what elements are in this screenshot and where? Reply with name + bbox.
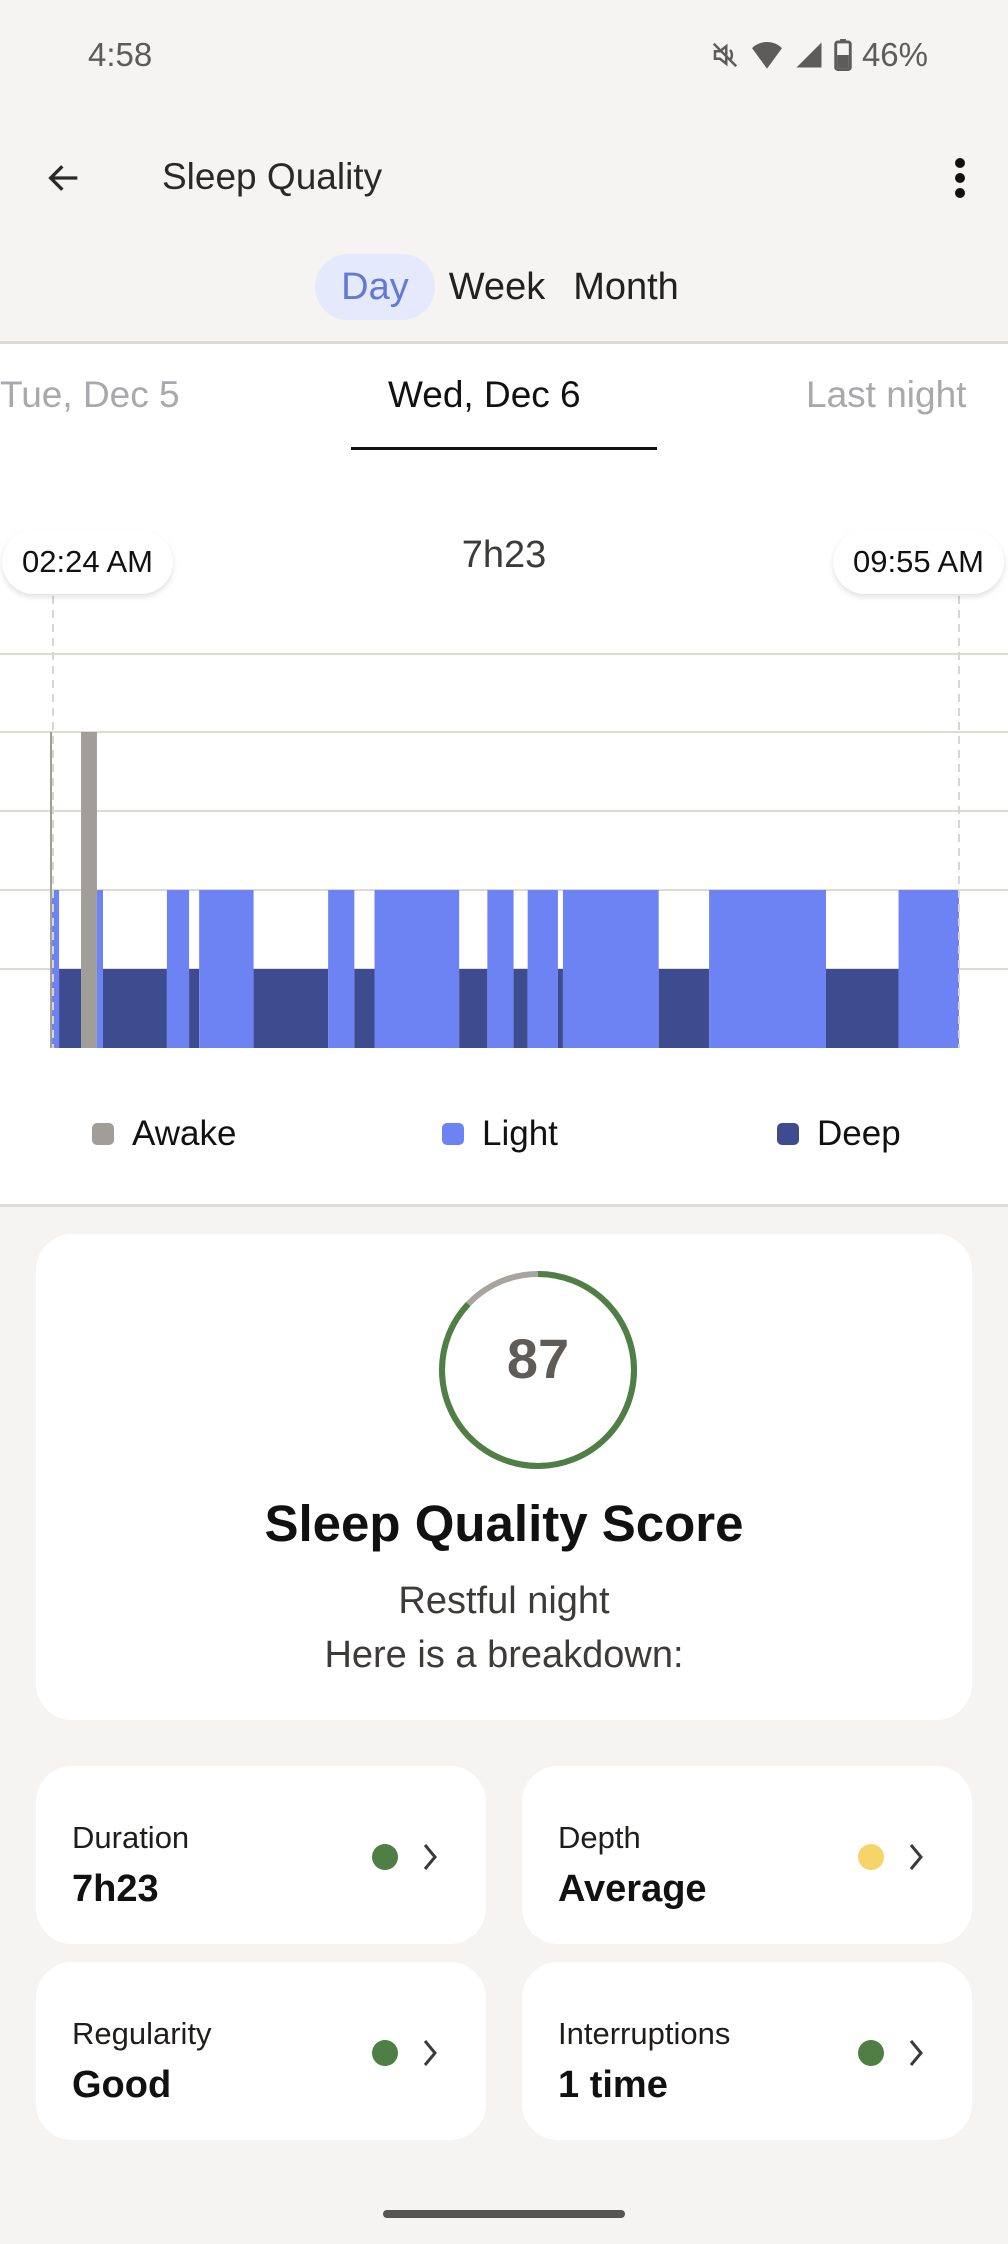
active-tab-indicator [351,447,657,450]
stage-segment-deep [103,969,167,1048]
stage-segment-light [562,890,659,1048]
legend-swatch-light [442,1123,464,1145]
chevron-right-icon [909,1844,923,1870]
status-dot-icon [372,2040,398,2066]
metric-value: Average [558,1868,707,1910]
metric-card-depth[interactable]: Depth Average [522,1766,972,1944]
chevron-right-icon [423,1844,437,1870]
legend-swatch-awake [92,1123,114,1145]
stage-segment-light [487,890,514,1048]
score-breakdown-intro: Here is a breakdown: [324,1634,684,1676]
date-tab-previous[interactable]: Tue, Dec 5 [0,374,180,416]
stage-segment-light [166,890,190,1048]
metric-card-regularity[interactable]: Regularity Good [36,1962,486,2140]
wifi-icon [750,40,784,70]
stage-segment-light [328,890,355,1048]
legend-item-light: Light [442,1114,558,1154]
score-value: 87 [506,1327,570,1390]
metric-value: 1 time [558,2064,668,2106]
date-tab-current[interactable]: Wed, Dec 6 [388,374,581,416]
stage-segment-light [199,890,254,1048]
more-options-button[interactable] [932,150,988,206]
back-button[interactable] [36,150,92,206]
status-dot-icon [858,1844,884,1870]
tab-week[interactable]: Week [435,254,559,320]
more-vert-icon [955,158,965,198]
metric-value: Good [72,2064,172,2106]
battery-icon [834,39,852,71]
range-selector: Day Week Month [0,254,1008,324]
stage-segment-deep [59,969,82,1048]
app-bar: Sleep Quality [0,112,1008,240]
sleep-stages-chart: 02:24 AM 7h23 09:55 AM Awake Light Deep [0,452,1008,1207]
stage-segment-light [527,890,558,1048]
page-title: Sleep Quality [162,156,383,197]
stage-segment-deep [557,969,563,1048]
legend-label-awake: Awake [132,1114,237,1153]
back-arrow-icon [48,165,78,191]
metric-label: Interruptions [558,2016,731,2051]
tab-day[interactable]: Day [315,254,435,320]
metric-label: Duration [72,1820,190,1855]
sleep-score-card: 87 Sleep Quality Score Restful night Her… [36,1234,972,1720]
metric-card-interruptions[interactable]: Interruptions 1 time [522,1962,972,2140]
status-dot-icon [858,2040,884,2066]
stage-segment-light [898,890,959,1048]
stage-segment-deep [658,969,710,1048]
end-time-label: 09:55 AM [833,530,1004,594]
stage-segment-deep [189,969,200,1048]
stage-segment-deep [513,969,528,1048]
stage-segment-deep [354,969,375,1048]
score-subtitle: Restful night Here is a breakdown: [36,1574,972,1682]
legend-item-awake: Awake [92,1114,236,1154]
score-verdict: Restful night [398,1580,610,1622]
metric-value: 7h23 [72,1868,159,1910]
date-tab-next[interactable]: Last night [806,374,966,416]
stage-segment-light [709,890,826,1048]
battery-percent: 46% [861,36,928,73]
status-dot-icon [372,1844,398,1870]
legend-label-light: Light [482,1114,558,1153]
stage-segment-light [374,890,460,1048]
stage-segment-awake [81,732,97,1048]
legend-swatch-deep [777,1123,799,1145]
status-time: 4:58 [88,36,153,73]
score-title: Sleep Quality Score [264,1495,744,1552]
stage-segment-light [96,890,104,1048]
stage-segment-deep [253,969,329,1048]
legend-label-deep: Deep [817,1114,901,1153]
metric-label: Depth [558,1820,641,1855]
tab-month[interactable]: Month [559,254,693,320]
metric-label: Regularity [72,2016,212,2051]
status-icons: 46% [710,36,928,74]
date-tabs: Tue, Dec 5 Wed, Dec 6 Last night [0,341,1008,455]
legend-item-deep: Deep [777,1114,901,1154]
stage-segment-deep [825,969,899,1048]
status-bar: 4:58 46% [0,0,1008,112]
stage-segment-awake [50,732,53,1048]
chevron-right-icon [423,2040,437,2066]
stage-segment-light [52,890,60,1048]
signal-icon [794,40,824,70]
stage-segment-deep [459,969,488,1048]
gesture-home-bar[interactable] [383,2210,625,2218]
mute-icon [710,40,740,70]
chevron-right-icon [909,2040,923,2066]
metric-card-duration[interactable]: Duration 7h23 [36,1766,486,1944]
